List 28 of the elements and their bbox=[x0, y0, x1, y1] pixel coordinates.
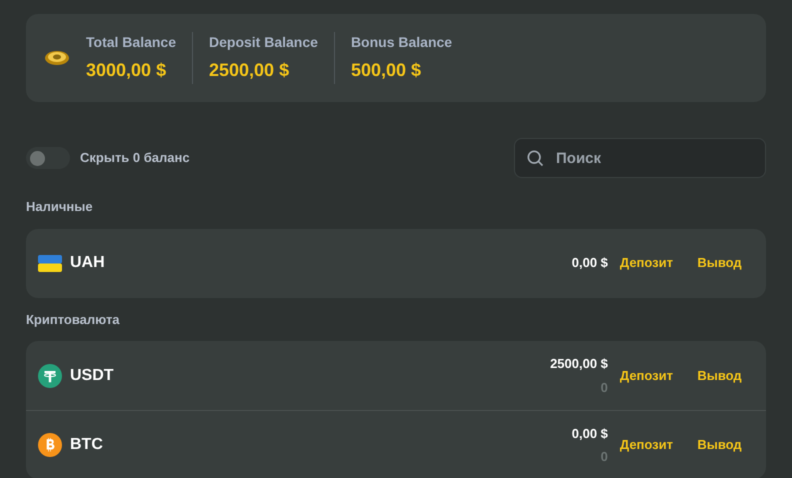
balance-label: Total Balance bbox=[86, 33, 176, 52]
balance-amount: 2500,00 $ bbox=[209, 59, 290, 82]
toggle-switch[interactable] bbox=[26, 147, 70, 169]
balance-amount: 3000,00 $ bbox=[86, 59, 168, 82]
section-title: Криптовалюта bbox=[26, 310, 121, 329]
currency-code: BTC bbox=[70, 435, 103, 455]
coins-icon bbox=[44, 49, 70, 67]
search-field[interactable]: Поиск bbox=[514, 138, 766, 178]
account-amount: 0,00 $ bbox=[572, 424, 608, 442]
account-amount: 0,00 $ bbox=[572, 254, 608, 272]
balance-label: Bonus Balance bbox=[350, 33, 452, 52]
flag-icon bbox=[38, 254, 62, 272]
balance-amount: 500,00 $ bbox=[350, 59, 422, 82]
currency-code: UAH bbox=[70, 253, 105, 273]
withdraw-link[interactable]: Вывод bbox=[697, 253, 742, 273]
deposit-link[interactable]: Депозит bbox=[620, 435, 673, 455]
section-title: Наличные bbox=[26, 198, 94, 216]
withdraw-link[interactable]: Вывод bbox=[697, 435, 742, 455]
deposit-link[interactable]: Депозит bbox=[620, 253, 673, 273]
account-amount: 2500,00 $ bbox=[550, 355, 608, 373]
balance-label: Deposit Balance bbox=[209, 33, 318, 52]
currency-code: USDT bbox=[70, 366, 114, 386]
search-icon bbox=[525, 148, 545, 168]
toggle-label: Скрыть 0 баланс bbox=[80, 149, 190, 168]
bitcoin-coin-icon bbox=[38, 433, 62, 457]
withdraw-link[interactable]: Вывод bbox=[697, 366, 742, 386]
deposit-link[interactable]: Депозит bbox=[620, 366, 673, 386]
tether-coin-icon bbox=[38, 364, 62, 388]
